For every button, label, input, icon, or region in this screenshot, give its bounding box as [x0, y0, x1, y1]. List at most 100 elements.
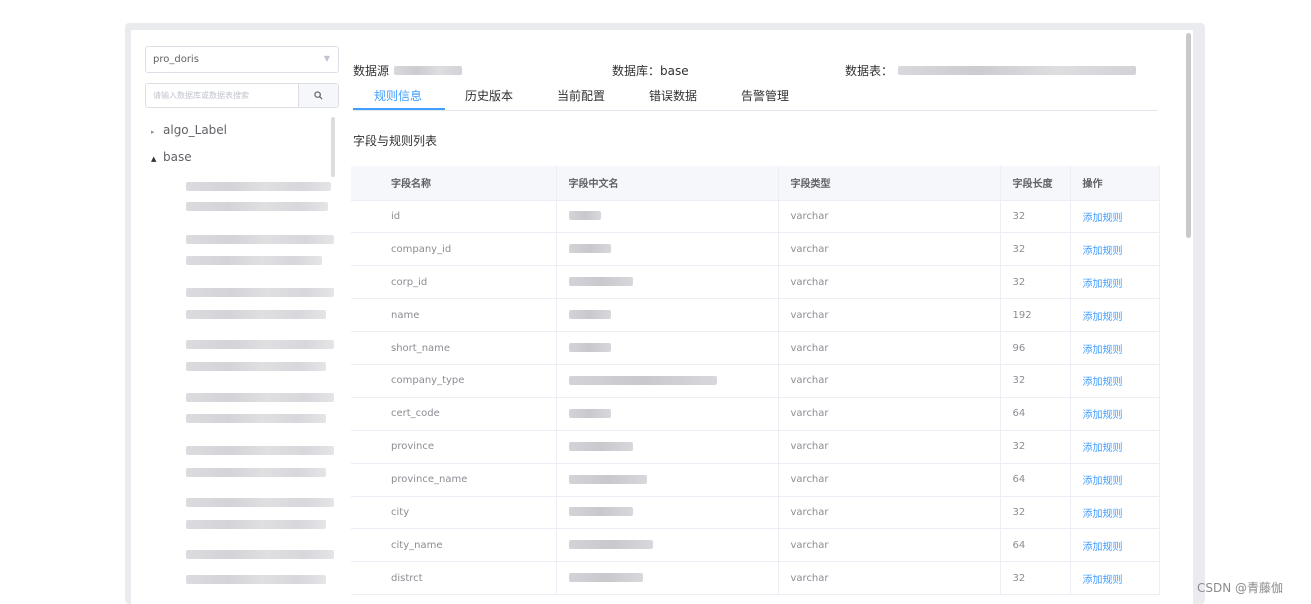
- field-length: 32: [1000, 200, 1071, 234]
- field-length: 64: [1000, 397, 1071, 431]
- field-type: varchar: [778, 331, 1001, 365]
- add-rule-link[interactable]: 添加规则: [1070, 265, 1160, 300]
- field-length: 192: [1000, 298, 1071, 333]
- tree-leaf-redacted[interactable]: [186, 288, 334, 297]
- column-header: 操作: [1070, 166, 1160, 201]
- field-cn-name-redacted: [556, 397, 779, 431]
- tab-current-config[interactable]: 当前配置: [557, 87, 605, 104]
- database-label: 数据库：base: [612, 64, 689, 78]
- tree-leaf-redacted[interactable]: [186, 575, 326, 584]
- tab-error-data[interactable]: 错误数据: [649, 87, 697, 104]
- field-name: city: [351, 496, 557, 530]
- tab-alerts[interactable]: 告警管理: [741, 87, 789, 104]
- field-name: province_name: [351, 463, 557, 497]
- field-length: 32: [1000, 561, 1071, 596]
- field-name: name: [351, 298, 557, 333]
- database-select[interactable]: pro_doris ▼: [145, 46, 339, 73]
- search-box: [145, 83, 339, 108]
- tree-node-label: algo_Label: [163, 123, 228, 137]
- field-length: 32: [1000, 430, 1071, 464]
- datasource-label: 数据源: [353, 64, 390, 78]
- field-name: corp_id: [351, 265, 557, 300]
- field-cn-name-redacted: [556, 265, 779, 300]
- tree-node-algo-label[interactable]: ▸ algo_Label: [151, 123, 227, 137]
- add-rule-link[interactable]: 添加规则: [1070, 430, 1160, 464]
- field-type: varchar: [778, 364, 1001, 398]
- search-icon: [314, 91, 323, 100]
- tree-node-label: base: [163, 150, 192, 164]
- field-cn-name-redacted: [556, 232, 779, 267]
- tree-leaf-redacted[interactable]: [186, 182, 331, 191]
- caret-right-icon: ▸: [151, 128, 155, 136]
- table-header-row: 字段名称 字段中文名 字段类型 字段长度 操作: [351, 166, 1160, 201]
- database-select-value: pro_doris: [153, 54, 199, 65]
- field-type: varchar: [778, 232, 1001, 267]
- table-row: city_name varchar 64 添加规则: [351, 528, 1160, 563]
- add-rule-link[interactable]: 添加规则: [1070, 496, 1160, 530]
- column-header: 字段长度: [1000, 166, 1071, 201]
- field-cn-name-redacted: [556, 463, 779, 497]
- tabs-divider: [353, 110, 1158, 111]
- add-rule-link[interactable]: 添加规则: [1070, 200, 1160, 234]
- field-cn-name-redacted: [556, 430, 779, 464]
- field-cn-name-redacted: [556, 331, 779, 365]
- search-input[interactable]: [146, 84, 298, 107]
- field-type: varchar: [778, 397, 1001, 431]
- field-cn-name-redacted: [556, 200, 779, 234]
- add-rule-link[interactable]: 添加规则: [1070, 364, 1160, 398]
- column-header: 字段中文名: [556, 166, 779, 201]
- watermark: CSDN @青藤伽: [1197, 581, 1284, 595]
- field-type: varchar: [778, 200, 1001, 234]
- table-value-redacted: [898, 66, 1136, 75]
- table-row: corp_id varchar 32 添加规则: [351, 265, 1160, 300]
- sidebar-scrollbar[interactable]: [331, 117, 335, 177]
- search-button[interactable]: [298, 84, 338, 107]
- add-rule-link[interactable]: 添加规则: [1070, 298, 1160, 333]
- table-label: 数据表：: [845, 64, 894, 78]
- table-row: name varchar 192 添加规则: [351, 298, 1160, 333]
- tree-leaf-redacted[interactable]: [186, 498, 334, 507]
- tab-history[interactable]: 历史版本: [465, 87, 513, 104]
- tree-leaf-redacted[interactable]: [186, 202, 328, 211]
- tree-leaf-redacted[interactable]: [186, 310, 326, 319]
- field-length: 32: [1000, 232, 1071, 267]
- add-rule-link[interactable]: 添加规则: [1070, 331, 1160, 365]
- field-type: varchar: [778, 496, 1001, 530]
- section-title: 字段与规则列表: [353, 134, 438, 148]
- add-rule-link[interactable]: 添加规则: [1070, 561, 1160, 596]
- tree-leaf-redacted[interactable]: [186, 256, 322, 265]
- tree-leaf-redacted[interactable]: [186, 550, 334, 559]
- field-length: 64: [1000, 463, 1071, 497]
- main-scrollbar[interactable]: [1186, 33, 1191, 238]
- add-rule-link[interactable]: 添加规则: [1070, 528, 1160, 563]
- tree-leaf-redacted[interactable]: [186, 362, 326, 371]
- add-rule-link[interactable]: 添加规则: [1070, 232, 1160, 267]
- active-tab-indicator: [353, 108, 445, 110]
- add-rule-link[interactable]: 添加规则: [1070, 397, 1160, 431]
- field-cn-name-redacted: [556, 561, 779, 596]
- tree-leaf-redacted[interactable]: [186, 414, 326, 423]
- field-length: 32: [1000, 265, 1071, 300]
- caret-down-icon: ▲: [151, 155, 157, 163]
- tree-leaf-redacted[interactable]: [186, 340, 334, 349]
- tree-node-base[interactable]: ▲ base: [151, 150, 192, 164]
- field-type: varchar: [778, 528, 1001, 563]
- chevron-down-icon: ▼: [323, 54, 330, 63]
- tree-leaf-redacted[interactable]: [186, 235, 334, 244]
- field-type: varchar: [778, 463, 1001, 497]
- field-type: varchar: [778, 265, 1001, 300]
- tree-leaf-redacted[interactable]: [186, 468, 326, 477]
- tree-leaf-redacted[interactable]: [186, 520, 326, 529]
- field-length: 32: [1000, 496, 1071, 530]
- field-cn-name-redacted: [556, 496, 779, 530]
- datasource-value-redacted: [394, 66, 462, 75]
- tree-leaf-redacted[interactable]: [186, 446, 334, 455]
- field-type: varchar: [778, 561, 1001, 596]
- field-length: 32: [1000, 364, 1071, 398]
- table-row: distrct varchar 32 添加规则: [351, 561, 1160, 596]
- tab-rule-info[interactable]: 规则信息: [374, 87, 422, 104]
- field-name: city_name: [351, 528, 557, 563]
- add-rule-link[interactable]: 添加规则: [1070, 463, 1160, 497]
- tree-leaf-redacted[interactable]: [186, 393, 334, 402]
- field-name: id: [351, 200, 557, 234]
